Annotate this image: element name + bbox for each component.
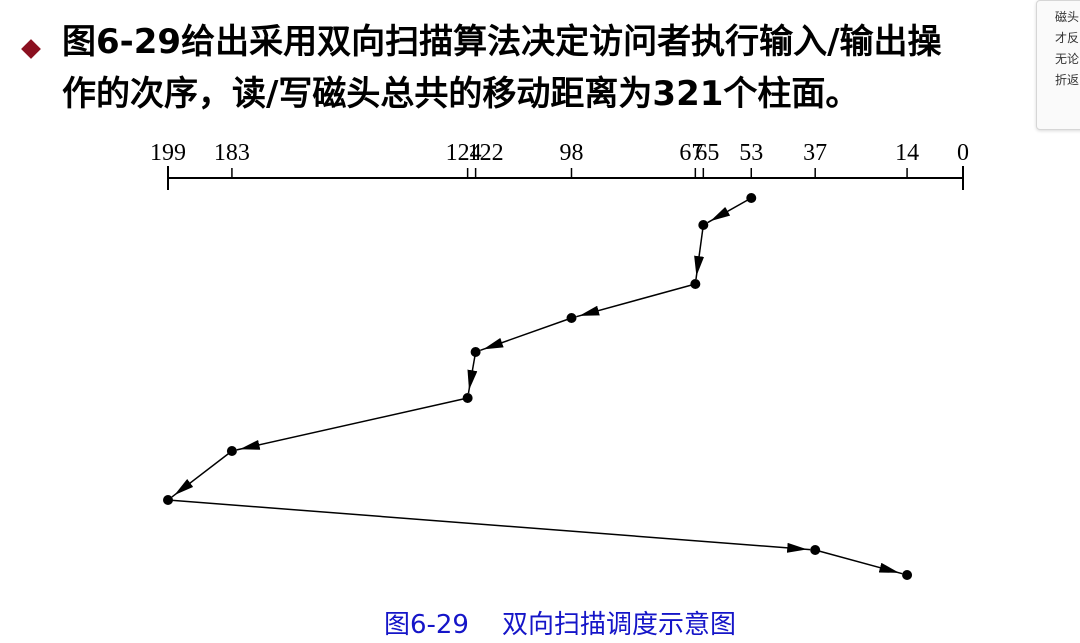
seek-segment (467, 351, 477, 394)
cylinder-visit-point (690, 279, 701, 289)
cylinder-visit-point (902, 570, 913, 580)
axis-tick-label: 0 (957, 140, 969, 166)
axis-tick-label: 98 (559, 140, 583, 166)
axis-tick-label: 37 (803, 140, 827, 166)
axis-tick-label: 199 (150, 140, 186, 166)
cylinder-visit-point (698, 220, 709, 230)
cylinder-visit-point (462, 393, 473, 403)
cylinder-visit-point (566, 313, 577, 323)
cylinder-visit-point (810, 545, 821, 555)
seek-segment (707, 197, 752, 224)
cylinder-visit-point (470, 347, 481, 357)
axis-tick-label: 53 (739, 140, 763, 166)
axis-tick-label: 65 (695, 140, 719, 166)
cylinder-visit-point (226, 446, 237, 456)
axis-tick-label: 14 (895, 140, 919, 166)
seek-segment (695, 224, 705, 280)
seek-segment (480, 317, 572, 352)
seek-segment (814, 549, 903, 575)
seek-segment (236, 397, 468, 451)
seek-segment (171, 450, 233, 498)
cylinder-visit-point (746, 193, 757, 203)
axis-tick-label: 183 (214, 140, 250, 166)
figure-caption: 图6-29 双向扫描调度示意图 (383, 610, 737, 640)
scan-diagram: 199 183 124122 98 6765 53 37 14 0 (150, 140, 969, 580)
seek-segment (576, 283, 696, 318)
cylinder-visit-point (163, 495, 173, 505)
seek-segment (167, 499, 811, 551)
axis-tick-label: 122 (468, 140, 504, 166)
